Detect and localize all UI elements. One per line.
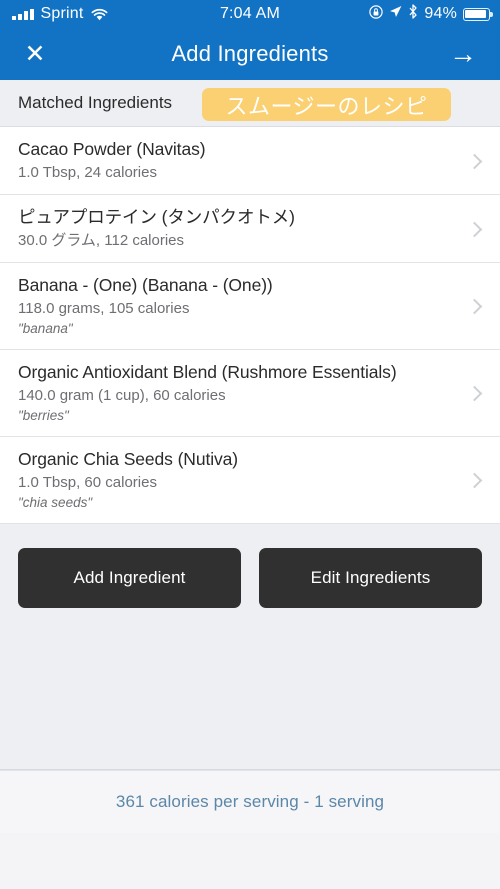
list-item[interactable]: Organic Antioxidant Blend (Rushmore Esse… <box>0 350 500 438</box>
actions-row: Add Ingredient Edit Ingredients <box>18 548 482 609</box>
section-title: Matched Ingredients <box>18 93 173 112</box>
ingredient-note: "chia seeds" <box>18 495 93 511</box>
nav-bar: ✕ Add Ingredients → <box>0 28 500 80</box>
list-item-text: ピュアプロテイン (タンパクオトメ) 30.0 グラム, 112 calorie… <box>18 206 456 251</box>
chevron-right-icon <box>469 384 480 402</box>
footer-bar: 361 calories per serving - 1 serving <box>0 770 500 834</box>
ingredient-detail: 118.0 grams, 105 calories <box>18 299 190 317</box>
ingredient-name: Banana - (One) (Banana - (One)) <box>18 275 273 295</box>
ingredient-detail: 30.0 グラム, 112 calories <box>18 231 185 249</box>
chevron-right-icon <box>469 471 480 489</box>
status-bar-left: Sprint <box>12 5 108 23</box>
bluetooth-icon <box>408 4 418 24</box>
page-title: Add Ingredients <box>171 41 329 66</box>
wifi-icon <box>91 8 108 21</box>
arrow-right-icon[interactable]: → <box>446 37 480 71</box>
signal-bars-icon <box>12 8 34 20</box>
chevron-right-icon <box>469 297 480 315</box>
list-item-text: Organic Antioxidant Blend (Rushmore Esse… <box>18 361 456 425</box>
chevron-right-icon <box>469 220 480 238</box>
ingredient-detail: 1.0 Tbsp, 60 calories <box>18 473 157 491</box>
list-item-text: Organic Chia Seeds (Nutiva) 1.0 Tbsp, 60… <box>18 448 456 512</box>
app-screen: Sprint 7:04 AM 94% ✕ Add Ingredients → M… <box>0 0 500 889</box>
ingredient-list: Cacao Powder (Navitas) 1.0 Tbsp, 24 calo… <box>0 127 500 525</box>
rotation-lock-icon <box>369 4 384 24</box>
section-header: Matched Ingredients スムージーのレシピ <box>0 80 500 127</box>
recipe-badge: スムージーのレシピ <box>202 88 451 121</box>
ingredient-detail: 140.0 gram (1 cup), 60 calories <box>18 386 226 404</box>
list-item-text: Banana - (One) (Banana - (One)) 118.0 gr… <box>18 274 456 338</box>
carrier-label: Sprint <box>40 5 84 22</box>
chevron-right-icon <box>469 152 480 170</box>
calorie-summary[interactable]: 361 calories per serving - 1 serving <box>116 792 384 812</box>
add-ingredient-button[interactable]: Add Ingredient <box>18 548 241 609</box>
status-bar: Sprint 7:04 AM 94% <box>0 0 500 28</box>
list-item-text: Cacao Powder (Navitas) 1.0 Tbsp, 24 calo… <box>18 138 456 183</box>
battery-percent-label: 94% <box>424 5 457 22</box>
list-item[interactable]: Organic Chia Seeds (Nutiva) 1.0 Tbsp, 60… <box>0 437 500 525</box>
empty-space <box>0 608 500 771</box>
status-bar-right: 94% <box>369 4 493 24</box>
ingredient-note: "banana" <box>18 320 73 336</box>
battery-icon <box>463 7 493 21</box>
ingredient-name: Cacao Powder (Navitas) <box>18 139 206 160</box>
ingredient-name: ピュアプロテイン (タンパクオトメ) <box>18 207 295 228</box>
location-arrow-icon <box>389 5 402 23</box>
list-item[interactable]: Cacao Powder (Navitas) 1.0 Tbsp, 24 calo… <box>0 127 500 195</box>
ingredient-note: "berries" <box>18 407 69 423</box>
ingredient-name: Organic Antioxidant Blend (Rushmore Esse… <box>18 362 397 383</box>
list-item[interactable]: ピュアプロテイン (タンパクオトメ) 30.0 グラム, 112 calorie… <box>0 195 500 263</box>
ingredient-detail: 1.0 Tbsp, 24 calories <box>18 163 157 181</box>
ingredient-name: Organic Chia Seeds (Nutiva) <box>18 449 239 470</box>
edit-ingredients-button[interactable]: Edit Ingredients <box>259 548 482 609</box>
close-icon[interactable]: ✕ <box>18 37 52 71</box>
actions-section: Add Ingredient Edit Ingredients <box>0 524 500 609</box>
list-item[interactable]: Banana - (One) (Banana - (One)) 118.0 gr… <box>0 263 500 351</box>
